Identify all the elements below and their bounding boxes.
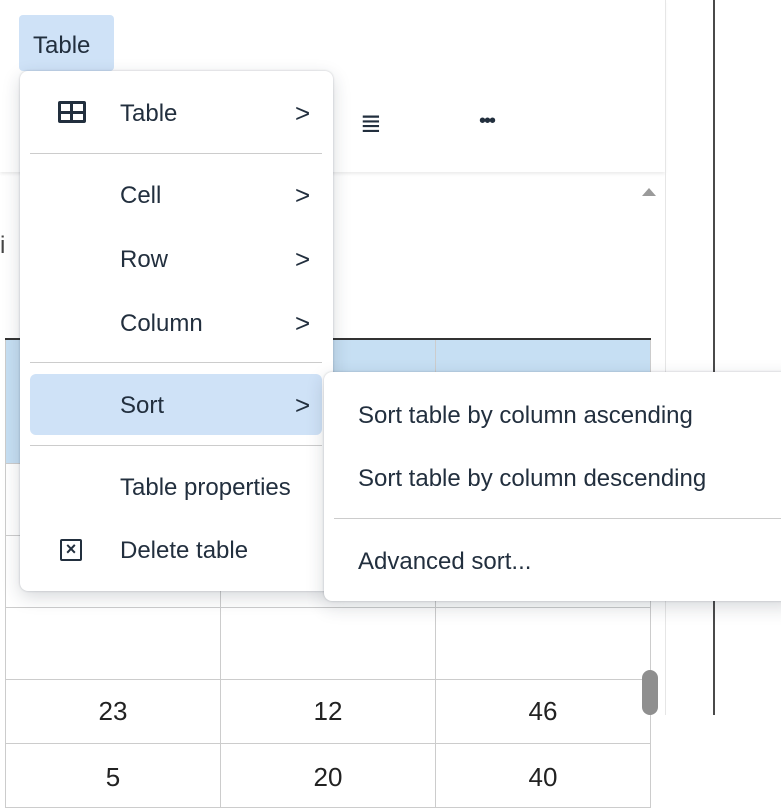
- menu-separator: [30, 445, 322, 446]
- table-cell[interactable]: 40: [435, 742, 651, 808]
- chevron-right-icon: >: [295, 98, 311, 128]
- content-text: i: [0, 232, 6, 259]
- submenu-item-sort-descending[interactable]: Sort table by column descending: [358, 465, 706, 493]
- delete-table-icon: ×: [60, 539, 82, 561]
- table-row: 5 20 40: [5, 742, 651, 808]
- menu-item-label: Sort: [120, 392, 165, 419]
- chevron-right-icon: >: [295, 180, 311, 210]
- menu-item-cell[interactable]: Cell >: [30, 166, 322, 224]
- menubar-table-button[interactable]: Table: [19, 15, 114, 71]
- table-cell[interactable]: 12: [220, 678, 436, 744]
- chevron-right-icon: >: [295, 390, 311, 420]
- more-icon[interactable]: •••: [479, 110, 496, 133]
- menubar-table-label: Table: [33, 32, 91, 59]
- menu-item-label: Cell: [120, 182, 162, 209]
- menu-item-label: Table properties: [120, 474, 291, 501]
- table-menu: Table > Cell > Row > Column > Sort > Tab…: [20, 71, 333, 591]
- table-cell[interactable]: 20: [220, 742, 436, 808]
- scrollbar-thumb[interactable]: [642, 670, 658, 715]
- panel-divider: [665, 0, 666, 715]
- menu-item-label: Column: [120, 310, 203, 337]
- table-cell[interactable]: 5: [5, 742, 221, 808]
- chevron-right-icon: >: [295, 244, 311, 274]
- menu-item-table[interactable]: Table >: [30, 84, 322, 142]
- table-cell[interactable]: [220, 606, 436, 680]
- chevron-right-icon: >: [295, 308, 311, 338]
- menu-item-label: Table: [120, 100, 178, 127]
- menu-item-delete-table[interactable]: × Delete table: [30, 521, 322, 579]
- align-justify-icon[interactable]: ≣: [360, 108, 382, 139]
- menu-separator: [334, 518, 781, 519]
- table-cell[interactable]: [5, 606, 221, 680]
- menu-item-label: Row: [120, 246, 169, 273]
- table-cell[interactable]: 46: [435, 678, 651, 744]
- sort-submenu: Sort table by column ascending Sort tabl…: [324, 372, 781, 601]
- submenu-item-advanced-sort[interactable]: Advanced sort...: [358, 548, 531, 576]
- menu-item-row[interactable]: Row >: [30, 230, 322, 288]
- table-row: 23 12 46: [5, 678, 651, 744]
- table-cell[interactable]: [435, 606, 651, 680]
- menu-item-sort[interactable]: Sort >: [30, 374, 322, 435]
- menu-item-column[interactable]: Column >: [30, 294, 322, 352]
- menu-item-label: Delete table: [120, 537, 249, 564]
- menu-item-table-properties[interactable]: Table properties: [30, 458, 322, 516]
- table-row: [5, 606, 651, 680]
- table-grid-icon: [58, 101, 86, 123]
- menu-separator: [30, 362, 322, 363]
- menu-separator: [30, 153, 322, 154]
- table-cell[interactable]: 23: [5, 678, 221, 744]
- scroll-up-arrow-icon[interactable]: [642, 188, 656, 196]
- right-divider: [713, 0, 715, 715]
- submenu-item-sort-ascending[interactable]: Sort table by column ascending: [358, 402, 693, 430]
